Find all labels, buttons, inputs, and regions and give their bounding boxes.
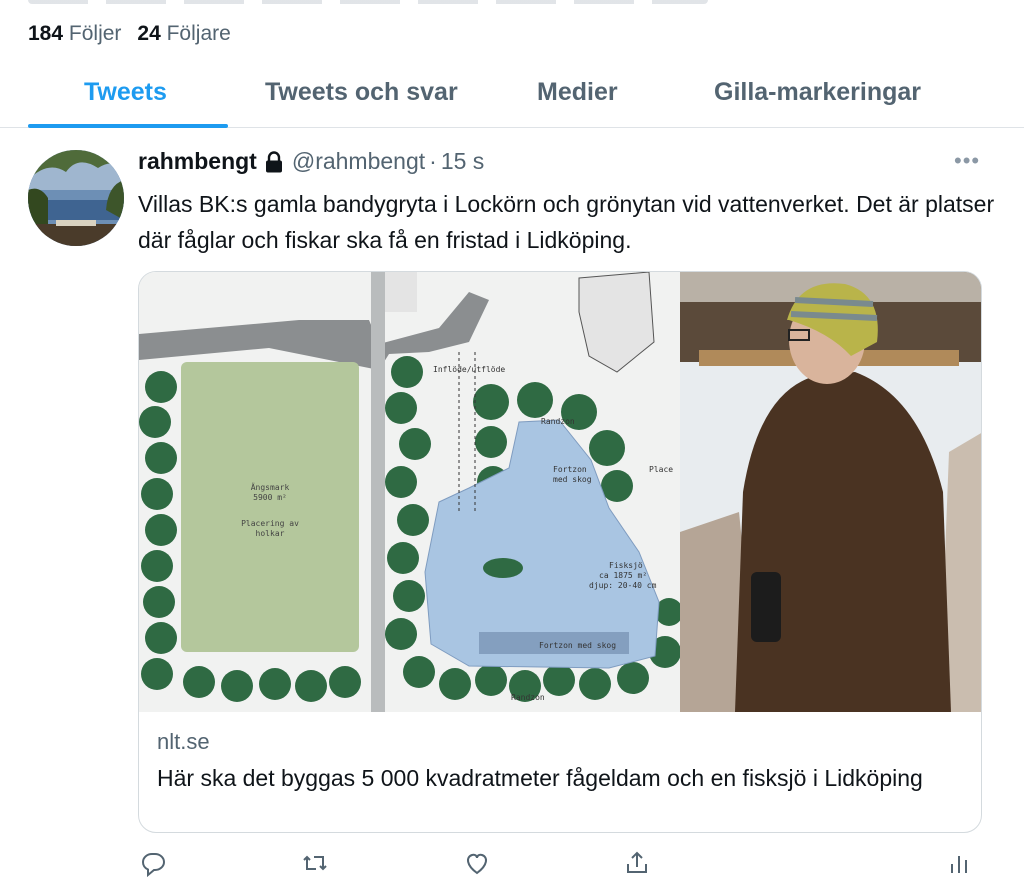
plan-bottom-zone-label: Randzon: [511, 693, 545, 702]
lock-icon: [264, 150, 284, 173]
tab-likes[interactable]: Gilla-markeringar: [714, 78, 921, 107]
avatar[interactable]: [28, 150, 124, 246]
link-card[interactable]: Ängsmark 5900 m² Placering av holkar Fis…: [138, 271, 982, 833]
tweet-text: Villas BK:s gamla bandygryta i Lockörn o…: [138, 191, 995, 253]
plan-nest-label-2: holkar: [256, 529, 285, 538]
plan-feeding-label-2: med skog: [553, 475, 592, 484]
tab-tweets[interactable]: Tweets: [84, 78, 167, 107]
separator: ·: [429, 148, 437, 174]
following-label: Följer: [68, 22, 122, 45]
tweet-header: rahmbengt @rahmbengt · 15 s: [138, 148, 484, 175]
previous-content-edge: [0, 0, 1024, 8]
following-link[interactable]: 184 Följer: [28, 22, 121, 46]
plan-lake-label: Fisksjö: [609, 561, 643, 570]
handle[interactable]: @rahmbengt: [292, 148, 425, 175]
tweet-actions: [0, 848, 1024, 886]
display-name[interactable]: rahmbengt: [138, 148, 257, 175]
plan-shallow-label: Fortzon med skog: [539, 641, 616, 650]
plan-feeding-label: Fortzon: [553, 465, 587, 474]
share-icon[interactable]: [622, 848, 652, 878]
plan-nest-label: Placering av: [241, 519, 299, 528]
plan-meadow-label: Ängsmark: [251, 482, 290, 492]
followers-label: Följare: [166, 22, 231, 45]
tweet[interactable]: rahmbengt @rahmbengt · 15 s ••• Villas B…: [0, 128, 1024, 886]
card-title: Här ska det byggas 5 000 kvadratmeter få…: [157, 765, 923, 791]
tab-media[interactable]: Medier: [537, 78, 618, 107]
tab-tweets-and-replies[interactable]: Tweets och svar: [265, 78, 458, 107]
timestamp[interactable]: 15 s: [441, 148, 484, 175]
card-domain: nlt.se: [157, 729, 210, 754]
more-icon[interactable]: •••: [954, 148, 980, 174]
like-icon[interactable]: [462, 848, 492, 878]
analytics-icon[interactable]: [944, 848, 974, 878]
card-image: Ängsmark 5900 m² Placering av holkar Fis…: [139, 272, 981, 712]
profile-tabs: Tweets Tweets och svar Medier Gilla-mark…: [0, 62, 1024, 128]
retweet-icon[interactable]: [300, 848, 330, 878]
plan-lake-area: ca 1875 m²: [599, 571, 647, 580]
followers-link[interactable]: 24 Följare: [137, 22, 230, 46]
reply-icon[interactable]: [138, 848, 168, 878]
following-count: 184: [28, 22, 64, 45]
plan-lake-depth: djup: 20-40 cm: [589, 581, 657, 590]
follow-counts: 184 Följer 24 Följare: [28, 22, 231, 46]
plan-inflow-label: Inflöde/utflöde: [433, 365, 505, 374]
plan-meadow-area: 5900 m²: [253, 493, 287, 502]
followers-count: 24: [137, 22, 161, 45]
plan-place-label: Place: [649, 465, 673, 474]
plan-edge-zone-label: Randzon: [541, 417, 575, 426]
